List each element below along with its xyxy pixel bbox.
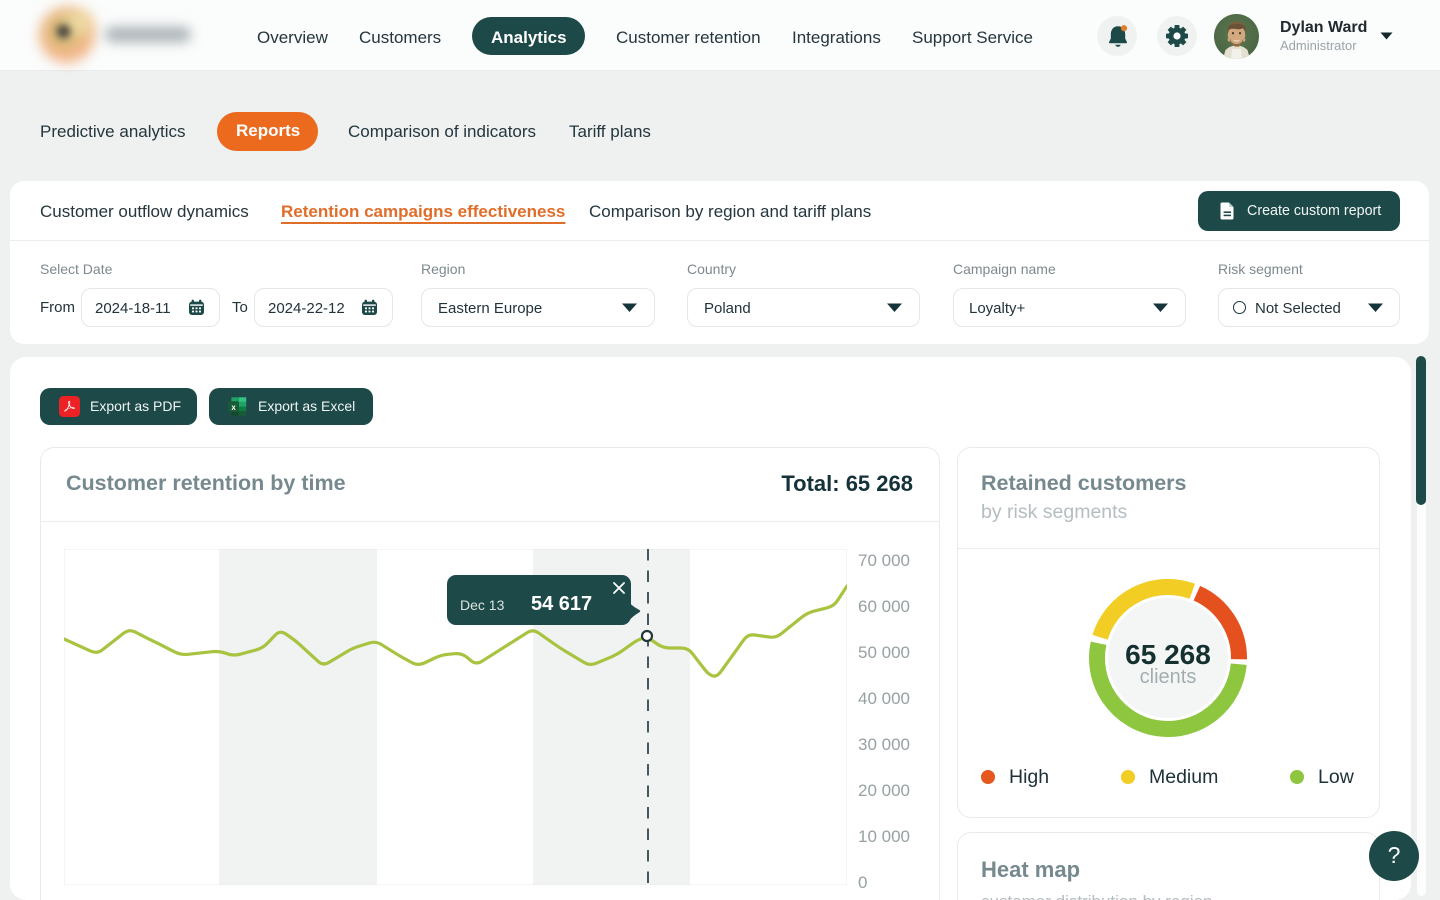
svg-text:x: x: [231, 403, 236, 412]
